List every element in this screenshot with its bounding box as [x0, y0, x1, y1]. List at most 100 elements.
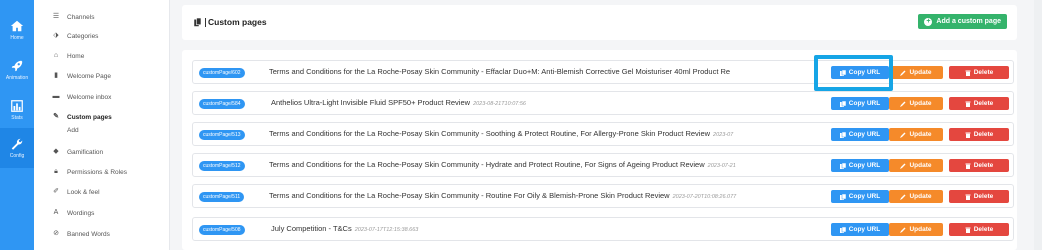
sidebar-item-categories[interactable]: ⬗ Categories	[52, 30, 98, 42]
sidebar-item-banned-words[interactable]: ⊘ Banned Words	[52, 228, 110, 240]
sidebar-item-welcome-page[interactable]: ▮ Welcome Page	[52, 70, 111, 82]
lock-icon: 🔒︎	[54, 168, 58, 175]
rail-item-home[interactable]: Home	[0, 10, 34, 50]
rail-item-config[interactable]: Config	[0, 128, 34, 168]
page-title-text[interactable]: Anthelios Ultra-Light Invisible Fluid SP…	[271, 98, 526, 107]
message-icon: ▬	[52, 93, 60, 100]
delete-button[interactable]: Delete	[949, 159, 1009, 172]
rail-item-stats[interactable]: Stats	[0, 90, 34, 130]
page-id-badge[interactable]: customPage/512	[199, 161, 245, 171]
pencil-icon	[900, 132, 906, 138]
list-item: customPage/584 Anthelios Ultra-Light Inv…	[192, 91, 1014, 115]
sidebar-item-label: Banned Words	[67, 230, 110, 238]
copy-url-button[interactable]: Copy URL	[831, 190, 889, 203]
page-title-text: Custom pages	[208, 17, 267, 27]
pencil-icon	[900, 194, 906, 200]
rail-label: Home	[10, 35, 24, 41]
home-icon: ⌂	[53, 52, 59, 59]
copy-icon	[839, 226, 846, 233]
sidebar-item-welcome-inbox[interactable]: ▬ Welcome inbox	[52, 91, 112, 103]
copy-icon	[839, 100, 846, 107]
update-button[interactable]: Update	[889, 97, 943, 110]
home-icon	[10, 20, 24, 32]
delete-button[interactable]: Delete	[949, 97, 1009, 110]
sidebar-item-label: Custom pages	[67, 113, 112, 121]
sidebar-subitem-add[interactable]: Add	[67, 127, 79, 134]
update-button[interactable]: Update	[889, 66, 943, 79]
pencil-icon: ✎	[53, 113, 59, 120]
page-title-text[interactable]: July Competition - T&Cs 2023-07-17T12:15:…	[271, 224, 418, 233]
list-item: customPage/513 Terms and Conditions for …	[192, 122, 1014, 146]
copy-url-button[interactable]: Copy URL	[831, 97, 889, 110]
copy-icon	[839, 162, 846, 169]
page-id-badge[interactable]: customPage/584	[199, 99, 245, 109]
copy-url-highlight	[814, 55, 893, 91]
list-item: customPage/511 Terms and Conditions for …	[192, 184, 1014, 208]
app-root: Home Animation Stats Config ☰ Channels ⬗ C…	[0, 0, 1042, 250]
sidebar-item-permissions[interactable]: 🔒︎ Permissions & Roles	[52, 166, 127, 178]
page-id-badge[interactable]: customPage/508	[199, 225, 245, 235]
pencil-icon	[900, 70, 906, 76]
icon-rail: Home Animation Stats Config	[0, 0, 34, 250]
sidebar-item-label: Home	[67, 52, 85, 60]
add-button-label: Add a custom page	[936, 18, 1001, 25]
update-button[interactable]: Update	[889, 190, 943, 203]
rail-label: Stats	[11, 115, 23, 121]
trash-icon	[965, 132, 971, 138]
row-actions: Copy URL Update Delete	[817, 185, 1009, 207]
update-button[interactable]: Update	[889, 128, 943, 141]
page-title-text[interactable]: Terms and Conditions for the La Roche-Po…	[269, 191, 736, 200]
trash-icon	[965, 163, 971, 169]
row-actions: Copy URL Update Delete	[817, 92, 1009, 114]
row-actions: Copy URL Update Delete	[817, 154, 1009, 176]
sidebar-item-wordings[interactable]: A Wordings	[52, 207, 95, 219]
page-id-badge[interactable]: customPage/511	[199, 192, 245, 202]
trash-icon	[965, 194, 971, 200]
delete-button[interactable]: Delete	[949, 223, 1009, 236]
sidebar-item-label: Welcome inbox	[67, 93, 112, 101]
copy-url-button[interactable]: Copy URL	[831, 128, 889, 141]
page-title: Custom pages	[194, 17, 267, 27]
wrench-icon	[11, 138, 23, 150]
sidebar-item-label: Welcome Page	[67, 72, 111, 80]
rail-label: Animation	[5, 75, 29, 81]
title-divider	[205, 17, 206, 27]
sidebar-item-label: Gamification	[67, 148, 104, 156]
plus-icon: +	[924, 17, 933, 26]
pencil-icon	[900, 227, 906, 233]
sidebar-item-label: Channels	[67, 13, 95, 21]
trash-icon	[965, 70, 971, 76]
page-date: 2023-07-20T10:08:26.077	[672, 194, 737, 200]
sidebar-item-custom-pages[interactable]: ✎ Custom pages	[52, 111, 112, 123]
page-id-badge[interactable]: customPage/513	[199, 130, 245, 140]
sidebar-item-gamification[interactable]: ◆ Gamification	[52, 146, 103, 158]
page-title-text[interactable]: Terms and Conditions for the La Roche-Po…	[269, 67, 733, 76]
copy-icon	[839, 193, 846, 200]
list-item: customPage/508 July Competition - T&Cs 20…	[192, 217, 1014, 241]
page-title-text[interactable]: Terms and Conditions for the La Roche-Po…	[269, 129, 733, 138]
text-icon: A	[53, 209, 59, 216]
page-scrollbar[interactable]	[1034, 0, 1042, 250]
trash-icon	[965, 227, 971, 233]
sidebar-item-home[interactable]: ⌂ Home	[52, 50, 84, 62]
copy-url-button[interactable]: Copy URL	[831, 223, 889, 236]
update-button[interactable]: Update	[889, 159, 943, 172]
page-title-text[interactable]: Terms and Conditions for the La Roche-Po…	[269, 160, 736, 169]
sidebar-item-look-feel[interactable]: ✐ Look & feel	[52, 186, 99, 198]
page-date: 2023-07	[713, 132, 734, 138]
delete-button[interactable]: Delete	[949, 128, 1009, 141]
copy-url-button[interactable]: Copy URL	[831, 159, 889, 172]
list-item: customPage/512 Terms and Conditions for …	[192, 153, 1014, 177]
sidebar-item-channels[interactable]: ☰ Channels	[52, 11, 95, 23]
page-id-badge[interactable]: customPage/602	[199, 68, 245, 78]
page-date: 2023-07-17T12:15:38.663	[354, 227, 419, 233]
bar-chart-icon	[11, 100, 23, 112]
tag-icon: ⬗	[53, 32, 59, 39]
add-custom-page-button[interactable]: + Add a custom page	[918, 14, 1007, 29]
delete-button[interactable]: Delete	[949, 190, 1009, 203]
update-button[interactable]: Update	[889, 223, 943, 236]
pencil-icon	[900, 163, 906, 169]
page-date: 2023-08-21T10:07:56	[473, 101, 526, 107]
delete-button[interactable]: Delete	[949, 66, 1009, 79]
rail-item-animation[interactable]: Animation	[0, 50, 34, 90]
